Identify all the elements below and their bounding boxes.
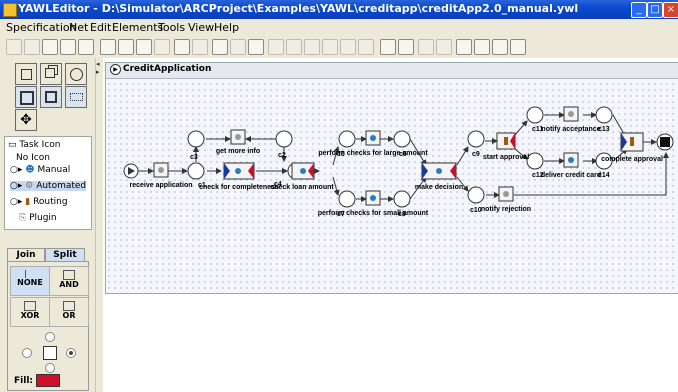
delete-icon[interactable]	[248, 39, 264, 55]
position-top-radio[interactable]	[45, 332, 55, 342]
position-left-radio[interactable]	[22, 348, 32, 358]
shrink-icon[interactable]	[398, 39, 414, 55]
close-spec-icon[interactable]	[78, 39, 94, 55]
minimize-button[interactable]: _	[631, 2, 647, 18]
window-title: YAWLEditor - D:\Simulator\ARCProject\Exa…	[18, 2, 579, 15]
remove-net-icon[interactable]	[192, 39, 208, 55]
menu-net[interactable]: Net	[69, 21, 88, 34]
title-bar: YAWLEditor - D:\Simulator\ARCProject\Exa…	[0, 0, 678, 19]
decorator-tabs: Join Split	[7, 248, 87, 263]
multiple-atomic-task-tool[interactable]	[40, 63, 62, 85]
tree-item-automated[interactable]: ○▸ ⚙ Automated	[10, 181, 87, 191]
grow-icon[interactable]	[380, 39, 396, 55]
net-diagram[interactable]: c3 c1 c2 c4 c5 c6 c7 c8 c9 c10 c11 c12 c…	[106, 79, 678, 293]
position-preview	[43, 346, 57, 360]
flow-connector-tool[interactable]: ✥	[15, 109, 37, 131]
decorator-panel: NONE AND XOR OR Fill:	[7, 261, 89, 391]
align-right-icon[interactable]	[340, 39, 356, 55]
atomic-task-tool[interactable]	[15, 63, 37, 85]
canvas-area[interactable]: ▶ CreditApplication c3 c1 c2 c4 c5 c6 c7…	[103, 58, 678, 392]
menu-elements[interactable]: Elements	[112, 21, 163, 34]
svg-text:c3: c3	[190, 154, 198, 161]
left-panel: ✥ ▭ Task Icon No Icon ○▸ ☻ Manual ○▸ ⚙ A…	[0, 58, 95, 392]
net-title-bar: ▶ CreditApplication	[106, 63, 678, 79]
menu-bar: Specification Net Edit Elements Tools Vi…	[0, 19, 678, 36]
undo-icon[interactable]	[212, 39, 228, 55]
marquee-tool[interactable]	[65, 86, 87, 108]
menu-view[interactable]: View	[188, 21, 214, 34]
import-icon[interactable]	[154, 39, 170, 55]
save-icon[interactable]	[42, 39, 58, 55]
svg-text:check for completeness: check for completeness	[199, 184, 279, 191]
menu-tools[interactable]: Tools	[158, 21, 185, 34]
tree-item-routing[interactable]: ○▸ ▮ Routing	[10, 197, 68, 207]
tree-item-no-icon[interactable]: No Icon	[16, 153, 50, 163]
export-icon[interactable]	[136, 39, 152, 55]
validate-icon[interactable]	[100, 39, 116, 55]
expand-right-icon[interactable]: ▸	[96, 68, 100, 76]
svg-text:notify acceptance: notify acceptance	[541, 126, 600, 133]
svg-text:start approval: start approval	[483, 154, 529, 161]
add-cancel-icon[interactable]	[436, 39, 452, 55]
align-middle-icon[interactable]	[286, 39, 302, 55]
zoom-fit-icon[interactable]	[474, 39, 490, 55]
align-center-icon[interactable]	[358, 39, 374, 55]
position-bottom-radio[interactable]	[45, 363, 55, 373]
split-and-button[interactable]: AND	[49, 266, 89, 296]
close-button[interactable]: ×	[663, 2, 678, 18]
maximize-button[interactable]: □	[647, 2, 663, 18]
tree-item-manual[interactable]: ○▸ ☻ Manual	[10, 165, 70, 175]
fill-label: Fill:	[14, 376, 34, 386]
composite-task-tool[interactable]	[15, 86, 37, 108]
menu-help[interactable]: Help	[214, 21, 239, 34]
net-frame: ▶ CreditApplication c3 c1 c2 c4 c5 c6 c7…	[105, 62, 678, 294]
toolbar	[0, 36, 678, 59]
task-icon-tree: ▭ Task Icon No Icon ○▸ ☻ Manual ○▸ ⚙ Aut…	[4, 136, 92, 230]
split-none-button[interactable]: NONE	[10, 266, 50, 296]
menu-specification[interactable]: Specification	[6, 21, 77, 34]
svg-text:complete approval: complete approval	[601, 156, 663, 163]
svg-text:make decision: make decision	[415, 184, 463, 191]
svg-text:get more info: get more info	[216, 148, 260, 155]
analyse-icon[interactable]	[118, 39, 134, 55]
zoom-out-icon[interactable]	[510, 39, 526, 55]
new-net-icon[interactable]	[174, 39, 190, 55]
svg-text:notify rejection: notify rejection	[481, 206, 531, 213]
open-spec-icon[interactable]	[24, 39, 40, 55]
new-spec-icon[interactable]	[6, 39, 22, 55]
svg-text:receive application: receive application	[129, 182, 192, 189]
align-top-icon[interactable]	[268, 39, 284, 55]
condition-tool[interactable]	[65, 63, 87, 85]
svg-text:c2: c2	[278, 152, 286, 159]
split-or-button[interactable]: OR	[49, 297, 89, 327]
fill-color-swatch[interactable]	[36, 374, 60, 387]
app-icon	[3, 3, 17, 17]
net-play-icon: ▶	[110, 64, 121, 75]
zoom-in-icon[interactable]	[492, 39, 508, 55]
cancel-set-icon[interactable]	[418, 39, 434, 55]
save-as-icon[interactable]	[60, 39, 76, 55]
multiple-composite-task-tool[interactable]	[40, 86, 62, 108]
position-right-radio[interactable]	[66, 348, 76, 358]
zoom-actual-icon[interactable]	[456, 39, 472, 55]
align-bottom-icon[interactable]	[304, 39, 320, 55]
menu-edit[interactable]: Edit	[90, 21, 111, 34]
tree-root-task-icon[interactable]: ▭ Task Icon	[8, 140, 60, 150]
svg-text:perform checks for small amoun: perform checks for small amount	[318, 210, 429, 217]
redo-icon[interactable]	[230, 39, 246, 55]
tree-item-plugin[interactable]: ⎘ Plugin	[19, 213, 57, 223]
collapse-left-icon[interactable]: ◂	[96, 60, 100, 68]
svg-text:c9: c9	[472, 151, 480, 158]
align-left-icon[interactable]	[322, 39, 338, 55]
split-xor-button[interactable]: XOR	[10, 297, 50, 327]
svg-text:deliver credit card: deliver credit card	[541, 172, 601, 179]
svg-text:check loan amount: check loan amount	[270, 184, 334, 191]
net-title: CreditApplication	[123, 64, 212, 74]
svg-text:perform checks for large amoun: perform checks for large amount	[318, 150, 428, 157]
